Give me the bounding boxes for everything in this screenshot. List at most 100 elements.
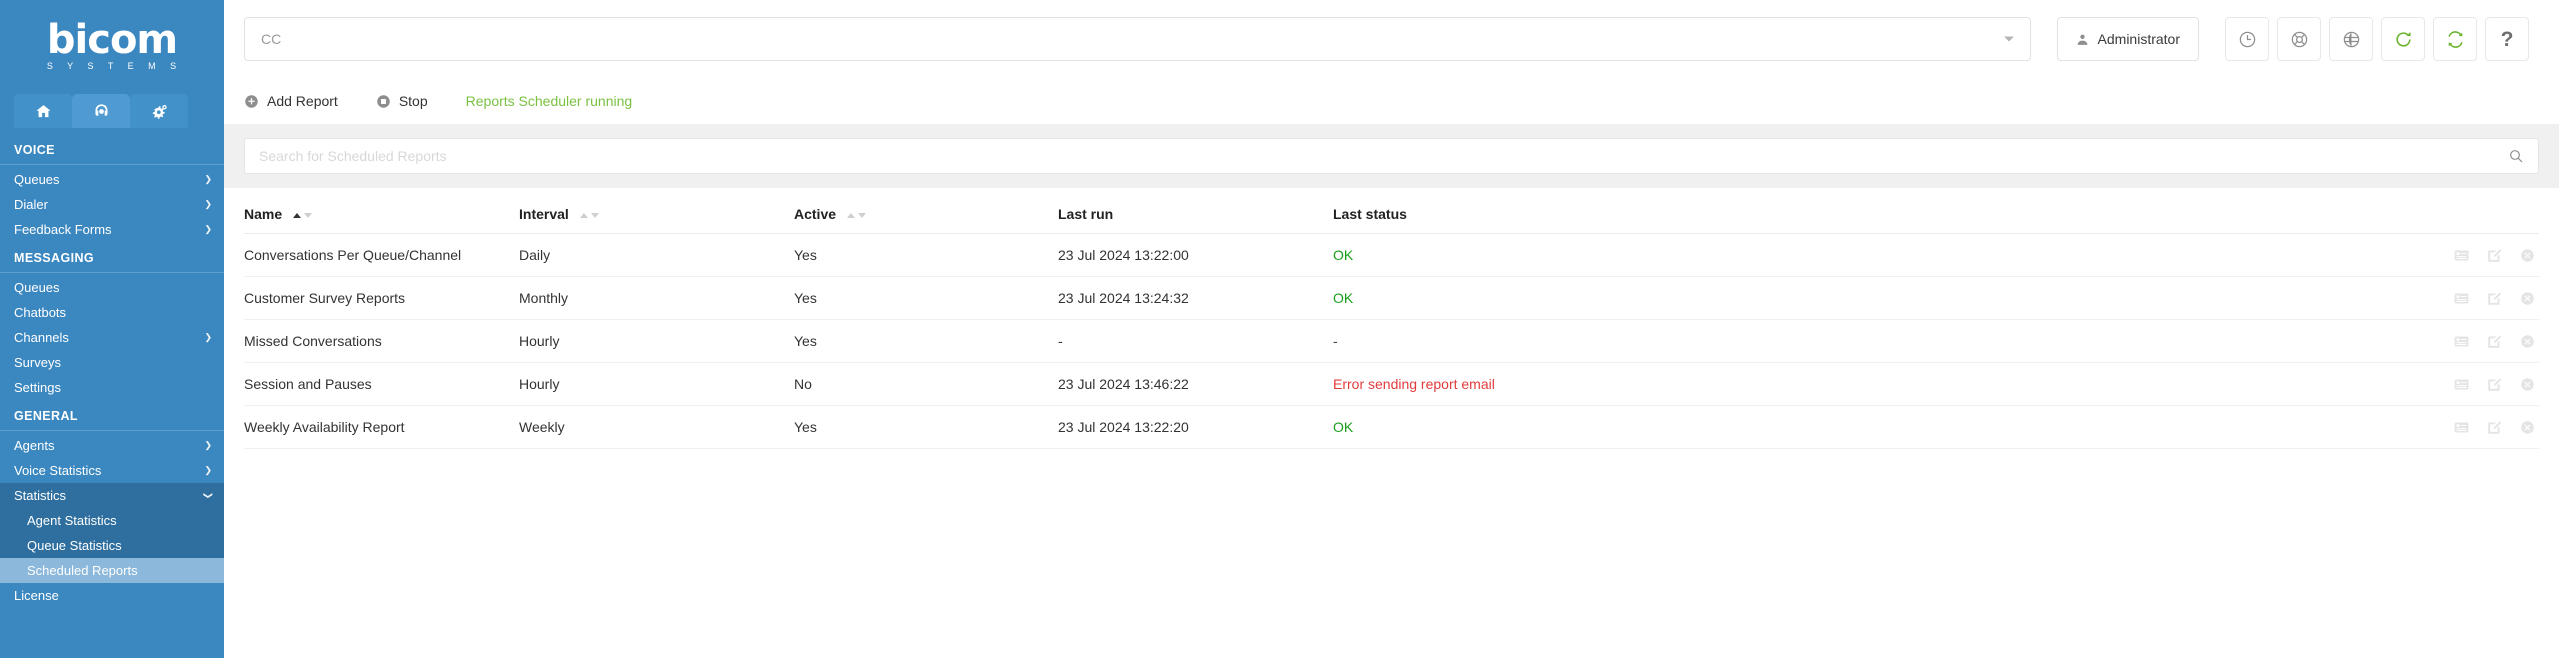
search-input[interactable] bbox=[259, 148, 2508, 164]
sidebar-item-queue-statistics[interactable]: Queue Statistics bbox=[0, 533, 224, 558]
column-header-name[interactable]: Name bbox=[244, 188, 519, 234]
cell-last-run: 23 Jul 2024 13:22:20 bbox=[1058, 405, 1333, 449]
top-icon-group: ? bbox=[2225, 17, 2529, 61]
headset-icon bbox=[94, 103, 108, 116]
add-report-button[interactable]: Add Report bbox=[244, 93, 338, 109]
delete-icon[interactable] bbox=[2520, 420, 2535, 435]
details-icon[interactable] bbox=[2454, 291, 2469, 306]
details-icon[interactable] bbox=[2454, 377, 2469, 392]
cell-active: Yes bbox=[794, 233, 1058, 277]
action-bar: Add Report Stop Reports Scheduler runnin… bbox=[224, 78, 2559, 124]
edit-icon[interactable] bbox=[2487, 420, 2502, 435]
contact-center-tab[interactable] bbox=[72, 94, 130, 128]
sidebar-item-scheduled-reports[interactable]: Scheduled Reports bbox=[0, 558, 224, 583]
sort-desc-icon[interactable] bbox=[590, 213, 599, 218]
sidebar-item-messaging-queues[interactable]: Queues bbox=[0, 275, 224, 300]
language-button[interactable] bbox=[2329, 17, 2373, 61]
column-label: Last run bbox=[1058, 206, 1114, 222]
cell-interval: Monthly bbox=[519, 276, 794, 320]
sidebar-item-channels[interactable]: Channels bbox=[0, 325, 224, 350]
help-button[interactable]: ? bbox=[2485, 17, 2529, 61]
scheduled-reports-table: Name Interval Active Last run Last statu… bbox=[244, 188, 2539, 449]
cell-last-status: OK bbox=[1333, 276, 2439, 320]
cell-active: Yes bbox=[794, 319, 1058, 363]
edit-icon[interactable] bbox=[2487, 291, 2502, 306]
search-bar[interactable] bbox=[244, 138, 2539, 174]
sidebar-item-label: Queues bbox=[14, 280, 60, 295]
cell-name: Missed Conversations bbox=[244, 319, 519, 363]
gears-icon bbox=[152, 104, 167, 119]
table-header: Name Interval Active Last run Last statu… bbox=[244, 188, 2539, 234]
refresh-button[interactable] bbox=[2381, 17, 2425, 61]
table-row[interactable]: Weekly Availability Report Weekly Yes 23… bbox=[244, 405, 2539, 449]
column-header-interval[interactable]: Interval bbox=[519, 188, 794, 234]
column-header-last-run: Last run bbox=[1058, 188, 1333, 234]
support-button[interactable] bbox=[2277, 17, 2321, 61]
chevron-right-icon bbox=[204, 333, 212, 343]
sidebar-item-agents[interactable]: Agents bbox=[0, 433, 224, 458]
stop-button[interactable]: Stop bbox=[376, 93, 428, 109]
sidebar-item-label: Scheduled Reports bbox=[27, 563, 138, 578]
sync-button[interactable] bbox=[2433, 17, 2477, 61]
home-tab[interactable] bbox=[14, 94, 72, 128]
column-header-active[interactable]: Active bbox=[794, 188, 1058, 234]
user-menu-button[interactable]: Administrator bbox=[2056, 17, 2199, 61]
sidebar-item-messaging-settings[interactable]: Settings bbox=[0, 375, 224, 400]
cell-name: Customer Survey Reports bbox=[244, 276, 519, 320]
cell-interval: Hourly bbox=[519, 362, 794, 406]
details-icon[interactable] bbox=[2454, 334, 2469, 349]
details-icon[interactable] bbox=[2454, 248, 2469, 263]
chevron-right-icon bbox=[204, 175, 212, 185]
cell-last-run: 23 Jul 2024 13:24:32 bbox=[1058, 276, 1333, 320]
cell-actions bbox=[2439, 362, 2539, 406]
sidebar-item-chatbots[interactable]: Chatbots bbox=[0, 300, 224, 325]
sort-asc-icon[interactable] bbox=[293, 213, 302, 218]
refresh-icon bbox=[2395, 31, 2411, 47]
column-label: Name bbox=[244, 206, 283, 222]
sidebar-item-voice-queues[interactable]: Queues bbox=[0, 167, 224, 192]
table-row[interactable]: Customer Survey Reports Monthly Yes 23 J… bbox=[244, 276, 2539, 320]
cell-last-status: OK bbox=[1333, 405, 2439, 449]
column-header-actions bbox=[2439, 188, 2539, 234]
chevron-right-icon bbox=[204, 200, 212, 210]
sidebar: bicom S Y S T E M S VOICE Queues ❯ Diale… bbox=[0, 0, 224, 658]
sidebar-item-feedback-forms[interactable]: Feedback Forms bbox=[0, 217, 224, 242]
sidebar-item-license[interactable]: License bbox=[0, 583, 224, 608]
brand-logo[interactable]: bicom S Y S T E M S bbox=[0, 0, 224, 88]
sort-asc-icon[interactable] bbox=[579, 213, 588, 218]
sidebar-item-statistics[interactable]: Statistics bbox=[0, 483, 224, 508]
table-row[interactable]: Session and Pauses Hourly No 23 Jul 2024… bbox=[244, 362, 2539, 406]
sidebar-item-label: Dialer bbox=[14, 197, 48, 212]
sort-asc-icon[interactable] bbox=[846, 213, 855, 218]
chevron-down-icon bbox=[204, 491, 212, 501]
cell-name: Weekly Availability Report bbox=[244, 405, 519, 449]
help-icon: ? bbox=[2500, 27, 2514, 51]
stop-label: Stop bbox=[398, 93, 428, 109]
sort-desc-icon[interactable] bbox=[857, 213, 866, 218]
sidebar-item-surveys[interactable]: Surveys bbox=[0, 350, 224, 375]
sidebar-item-label: Channels bbox=[14, 330, 69, 345]
sidebar-item-dialer[interactable]: Dialer bbox=[0, 192, 224, 217]
delete-icon[interactable] bbox=[2520, 334, 2535, 349]
edit-icon[interactable] bbox=[2487, 377, 2502, 392]
table-row[interactable]: Missed Conversations Hourly Yes - - bbox=[244, 319, 2539, 363]
delete-icon[interactable] bbox=[2520, 291, 2535, 306]
lifebuoy-icon bbox=[2291, 31, 2307, 47]
search-icon[interactable] bbox=[2508, 148, 2524, 164]
edit-icon[interactable] bbox=[2487, 334, 2502, 349]
sidebar-item-voice-statistics[interactable]: Voice Statistics bbox=[0, 458, 224, 483]
edit-icon[interactable] bbox=[2487, 248, 2502, 263]
tenant-select[interactable]: CC bbox=[244, 17, 2031, 61]
sidebar-item-label: Feedback Forms bbox=[14, 222, 112, 237]
details-icon[interactable] bbox=[2454, 420, 2469, 435]
delete-icon[interactable] bbox=[2520, 377, 2535, 392]
sort-desc-icon[interactable] bbox=[304, 213, 313, 218]
clock-button[interactable] bbox=[2225, 17, 2269, 61]
cell-last-run: 23 Jul 2024 13:22:00 bbox=[1058, 233, 1333, 277]
sidebar-item-agent-statistics[interactable]: Agent Statistics bbox=[0, 508, 224, 533]
settings-tab[interactable] bbox=[130, 94, 188, 128]
cell-active: Yes bbox=[794, 405, 1058, 449]
cell-interval: Hourly bbox=[519, 319, 794, 363]
delete-icon[interactable] bbox=[2520, 248, 2535, 263]
table-row[interactable]: Conversations Per Queue/Channel Daily Ye… bbox=[244, 233, 2539, 277]
